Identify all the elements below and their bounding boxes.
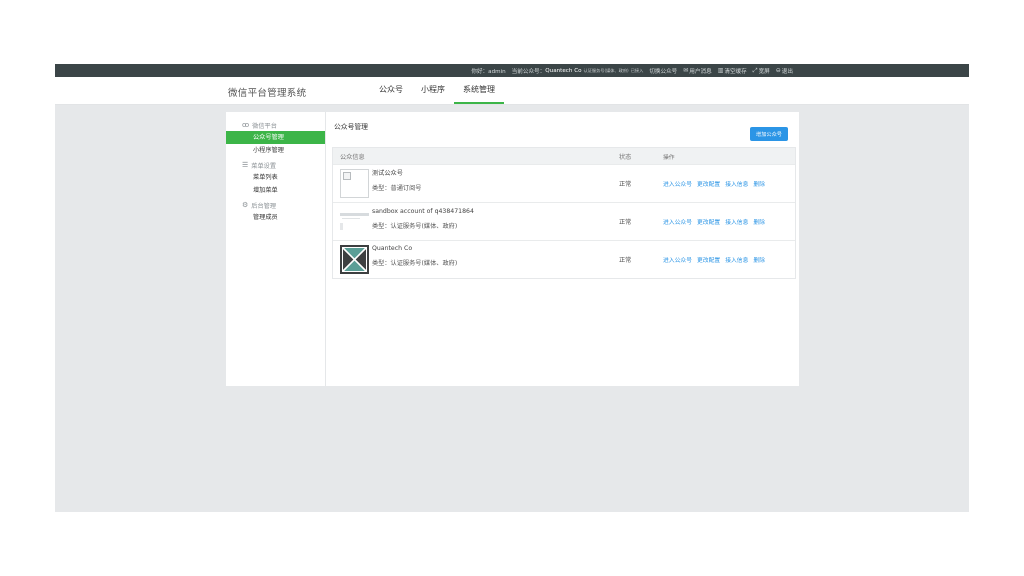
account-avatar-screenshot (340, 207, 369, 236)
wechat-icon: ꝏ (242, 121, 250, 129)
access-status: 已接入 (630, 67, 644, 73)
account-status: 正常 (619, 181, 632, 188)
account-info-cell: Quantech Co 类型：认证服务号(媒体、政府) (333, 245, 619, 274)
accounts-table: 公众信息 状态 操作 测试公众号 类型：普通订阅号 正常 进入公众号 更改配置 … (332, 147, 796, 279)
table-header: 公众信息 状态 操作 (333, 148, 795, 164)
expand-icon: ⤢ (752, 66, 758, 74)
account-avatar-broken-image (340, 169, 369, 198)
sidebar-section-backend: ⚙ 后台管理 (226, 199, 325, 211)
switch-account-label: 切换公众号 (649, 68, 678, 75)
user-messages-label: 用户消息 (689, 68, 712, 75)
current-account: 当前公众号： Quantech Co 认证服务号(媒体、政府) 已接入 (512, 67, 644, 75)
app-window: 你好：admin 当前公众号： Quantech Co 认证服务号(媒体、政府)… (55, 64, 969, 512)
sidebar-item-manage-members[interactable]: 管理成员 (226, 211, 325, 224)
sidebar-item-account-management[interactable]: 公众号管理 (226, 131, 325, 144)
account-name: sandbox account of q438471864 (372, 207, 474, 215)
table-row: Quantech Co 类型：认证服务号(媒体、政府) 正常 进入公众号 更改配… (333, 240, 795, 278)
edit-config-link[interactable]: 更改配置 (697, 217, 720, 226)
sidebar-item-add-menu[interactable]: 增加菜单 (226, 184, 325, 197)
account-type: 类型：普通订阅号 (372, 184, 422, 192)
table-row: 测试公众号 类型：普通订阅号 正常 进入公众号 更改配置 接入信息 删除 (333, 164, 795, 202)
app-header: 微信平台管理系统 公众号 小程序 系统管理 (55, 77, 969, 105)
current-account-type: 认证服务号(媒体、政府) (583, 67, 629, 73)
access-info-link[interactable]: 接入信息 (725, 217, 748, 226)
trash-icon: ▥ (717, 67, 724, 74)
sidebar-section-label: 菜单设置 (251, 162, 277, 170)
column-header-status: 状态 (619, 153, 632, 161)
user-messages-link[interactable]: ✉ 用户消息 (683, 67, 711, 75)
list-icon: ☰ (242, 161, 249, 169)
edit-config-link[interactable]: 更改配置 (697, 255, 720, 264)
enter-account-link[interactable]: 进入公众号 (663, 255, 692, 264)
table-row: sandbox account of q438471864 类型：认证服务号(媒… (333, 202, 795, 240)
enter-account-link[interactable]: 进入公众号 (663, 217, 692, 226)
access-info-link[interactable]: 接入信息 (725, 179, 748, 188)
clear-cache-label: 清空缓存 (724, 68, 747, 75)
sidebar-section-label: 微信平台 (252, 122, 277, 130)
access-info-link[interactable]: 接入信息 (725, 255, 748, 264)
account-type: 类型：认证服务号(媒体、政府) (372, 259, 458, 267)
nav-tab-official-accounts[interactable]: 公众号 (370, 77, 412, 104)
account-status: 正常 (619, 257, 632, 264)
column-header-ops: 操作 (663, 154, 675, 161)
sidebar-section-label: 后台管理 (251, 202, 277, 210)
account-name: 测试公众号 (372, 169, 403, 177)
enter-account-link[interactable]: 进入公众号 (663, 179, 692, 188)
current-account-name: Quantech Co (545, 67, 582, 74)
column-header-info: 公众信息 (340, 153, 365, 161)
logout-link[interactable]: ⊖ 退出 (776, 67, 793, 75)
add-account-button[interactable]: 增加公众号 (750, 127, 788, 141)
account-type: 类型：认证服务号(媒体、政府) (372, 222, 458, 230)
quantech-logo-icon (340, 245, 369, 274)
delete-link[interactable]: 删除 (753, 217, 765, 226)
row-actions: 进入公众号 更改配置 接入信息 删除 (663, 179, 795, 188)
row-actions: 进入公众号 更改配置 接入信息 删除 (663, 255, 795, 264)
sidebar-item-mini-program-management[interactable]: 小程序管理 (226, 144, 325, 157)
nav-tab-system-management[interactable]: 系统管理 (454, 77, 504, 104)
delete-link[interactable]: 删除 (753, 255, 765, 264)
greeting-text: 你好：admin (471, 68, 506, 75)
brand-title: 微信平台管理系统 (228, 88, 307, 99)
logout-label: 退出 (781, 68, 793, 75)
sidebar: ꝏ 微信平台 公众号管理 小程序管理 ☰ 菜单设置 菜单列表 增加菜单 ⚙ 后台… (226, 112, 326, 386)
sidebar-item-menu-list[interactable]: 菜单列表 (226, 171, 325, 184)
logout-icon: ⊖ (775, 67, 781, 74)
account-name: Quantech Co (372, 244, 413, 252)
quantech-logo (340, 245, 369, 274)
nav-tab-mini-programs[interactable]: 小程序 (412, 77, 454, 104)
clear-cache-link[interactable]: ▥ 清空缓存 (718, 67, 747, 75)
fullscreen-label: 宽屏 (758, 68, 770, 75)
fullscreen-link[interactable]: ⤢ 宽屏 (753, 67, 770, 75)
page-title: 公众号管理 (334, 123, 368, 131)
top-status-bar: 你好：admin 当前公众号： Quantech Co 认证服务号(媒体、政府)… (55, 64, 969, 77)
sidebar-section-wechat: ꝏ 微信平台 (226, 119, 325, 131)
main-nav: 公众号 小程序 系统管理 (370, 77, 504, 104)
broken-image-icon (343, 172, 351, 180)
current-account-label: 当前公众号： (511, 68, 546, 75)
delete-link[interactable]: 删除 (753, 179, 765, 188)
account-status: 正常 (619, 219, 632, 226)
gear-icon: ⚙ (242, 201, 249, 209)
switch-account-link[interactable]: 切换公众号 (649, 67, 677, 75)
account-info-cell: sandbox account of q438471864 类型：认证服务号(媒… (333, 207, 619, 236)
edit-config-link[interactable]: 更改配置 (697, 179, 720, 188)
message-icon: ✉ (683, 67, 689, 74)
content-area: 公众号管理 增加公众号 公众信息 状态 操作 测试公众号 类型：普通订阅号 正常… (332, 112, 796, 386)
sidebar-section-menu-settings: ☰ 菜单设置 (226, 159, 325, 171)
row-actions: 进入公众号 更改配置 接入信息 删除 (663, 217, 795, 226)
account-info-cell: 测试公众号 类型：普通订阅号 (333, 169, 619, 198)
main-panel: ꝏ 微信平台 公众号管理 小程序管理 ☰ 菜单设置 菜单列表 增加菜单 ⚙ 后台… (226, 112, 799, 386)
